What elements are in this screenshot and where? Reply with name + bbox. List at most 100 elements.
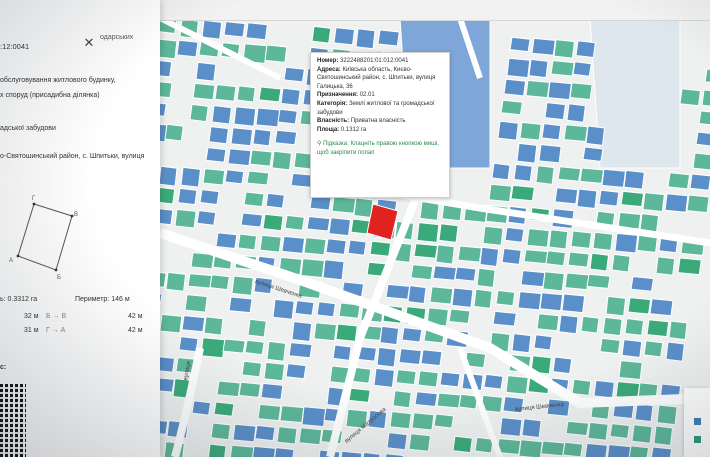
- parcel[interactable]: [553, 39, 575, 59]
- parcel[interactable]: [233, 106, 257, 127]
- parcel[interactable]: [272, 298, 295, 320]
- parcel[interactable]: [260, 382, 284, 400]
- parcel[interactable]: [569, 82, 593, 101]
- parcel[interactable]: [276, 426, 298, 445]
- parcel[interactable]: [504, 226, 525, 243]
- parcel[interactable]: [159, 313, 183, 334]
- parcel[interactable]: [191, 400, 212, 416]
- parcel[interactable]: [223, 21, 246, 38]
- parcel[interactable]: [509, 36, 531, 53]
- parcel[interactable]: [265, 192, 285, 209]
- parcel[interactable]: [451, 287, 474, 308]
- parcel[interactable]: [432, 265, 458, 281]
- parcel[interactable]: [210, 422, 232, 441]
- parcel[interactable]: [311, 25, 332, 44]
- parcel[interactable]: [313, 322, 338, 342]
- parcel[interactable]: [526, 228, 550, 248]
- parcel[interactable]: [582, 146, 604, 162]
- parcel[interactable]: [547, 81, 572, 101]
- parcel[interactable]: [579, 167, 605, 184]
- parcel[interactable]: [414, 391, 438, 408]
- parcel[interactable]: [232, 423, 257, 443]
- parcel-popup[interactable]: Номер: 3222488201:01:012:0041 Адреса: Ки…: [310, 52, 450, 198]
- parcel[interactable]: [572, 61, 592, 77]
- parcel[interactable]: [245, 22, 268, 41]
- parcel[interactable]: [627, 297, 652, 315]
- parcel[interactable]: [580, 315, 600, 334]
- parcel[interactable]: [567, 251, 590, 268]
- parcel[interactable]: [501, 247, 522, 265]
- parcel[interactable]: [340, 450, 363, 457]
- parcel[interactable]: [214, 84, 237, 102]
- parcel[interactable]: [369, 240, 392, 257]
- parcel[interactable]: [562, 441, 584, 457]
- parcel[interactable]: [145, 101, 167, 117]
- parcel[interactable]: [575, 40, 596, 59]
- parcel[interactable]: [398, 348, 422, 365]
- parcel[interactable]: [237, 233, 258, 251]
- parcel[interactable]: [151, 59, 173, 78]
- parcel[interactable]: [511, 333, 532, 354]
- parcel[interactable]: [152, 207, 174, 226]
- parcel[interactable]: [686, 194, 710, 214]
- parcel[interactable]: [566, 103, 586, 123]
- parcel[interactable]: [229, 444, 255, 457]
- parcel[interactable]: [322, 259, 345, 281]
- parcel[interactable]: [249, 149, 273, 167]
- parcel-block[interactable]: [589, 17, 681, 169]
- parcel[interactable]: [433, 413, 455, 429]
- parcel[interactable]: [332, 344, 352, 361]
- parcel[interactable]: [148, 80, 173, 99]
- parcel[interactable]: [668, 320, 688, 341]
- parcel[interactable]: [592, 231, 614, 251]
- parcel[interactable]: [667, 172, 691, 190]
- parcel[interactable]: [517, 291, 542, 311]
- parcel[interactable]: [518, 439, 543, 457]
- parcel[interactable]: [385, 283, 411, 300]
- parcel[interactable]: [325, 238, 347, 255]
- parcel[interactable]: [500, 99, 523, 116]
- parcel[interactable]: [607, 444, 632, 457]
- parcel[interactable]: [525, 79, 551, 99]
- parcel[interactable]: [283, 66, 305, 83]
- parcel[interactable]: [401, 327, 423, 343]
- parcel[interactable]: [491, 162, 511, 181]
- parcel[interactable]: [230, 127, 254, 147]
- parcel[interactable]: [303, 237, 327, 256]
- parcel[interactable]: [224, 169, 245, 185]
- parcel[interactable]: [252, 445, 277, 457]
- parcel[interactable]: [545, 250, 567, 267]
- parcel[interactable]: [144, 418, 169, 435]
- parcel[interactable]: [241, 360, 263, 378]
- parcel[interactable]: [208, 126, 230, 145]
- parcel[interactable]: [417, 370, 439, 388]
- parcel[interactable]: [609, 423, 631, 439]
- parcel[interactable]: [335, 323, 358, 342]
- parcel[interactable]: [154, 38, 178, 60]
- parcel[interactable]: [554, 187, 579, 205]
- parcel[interactable]: [497, 120, 519, 141]
- parcel[interactable]: [452, 435, 473, 454]
- parcel[interactable]: [236, 85, 256, 103]
- parcel[interactable]: [528, 58, 549, 79]
- parcel[interactable]: [513, 163, 533, 182]
- parcel[interactable]: [213, 401, 235, 417]
- parcel[interactable]: [177, 187, 198, 206]
- parcel[interactable]: [416, 222, 440, 243]
- parcel[interactable]: [238, 381, 262, 398]
- parcel[interactable]: [689, 173, 710, 191]
- parcel[interactable]: [379, 325, 400, 346]
- parcel[interactable]: [516, 142, 538, 164]
- parcel[interactable]: [488, 183, 513, 203]
- parcel[interactable]: [284, 214, 305, 231]
- parcel[interactable]: [199, 189, 220, 206]
- parcel[interactable]: [155, 186, 176, 205]
- parcel[interactable]: [495, 289, 516, 307]
- parcel[interactable]: [264, 44, 288, 63]
- parcel[interactable]: [535, 165, 555, 185]
- parcel[interactable]: [531, 37, 556, 56]
- parcel[interactable]: [209, 274, 230, 291]
- parcel[interactable]: [439, 371, 461, 388]
- parcel[interactable]: [438, 223, 459, 243]
- parcel[interactable]: [614, 232, 639, 254]
